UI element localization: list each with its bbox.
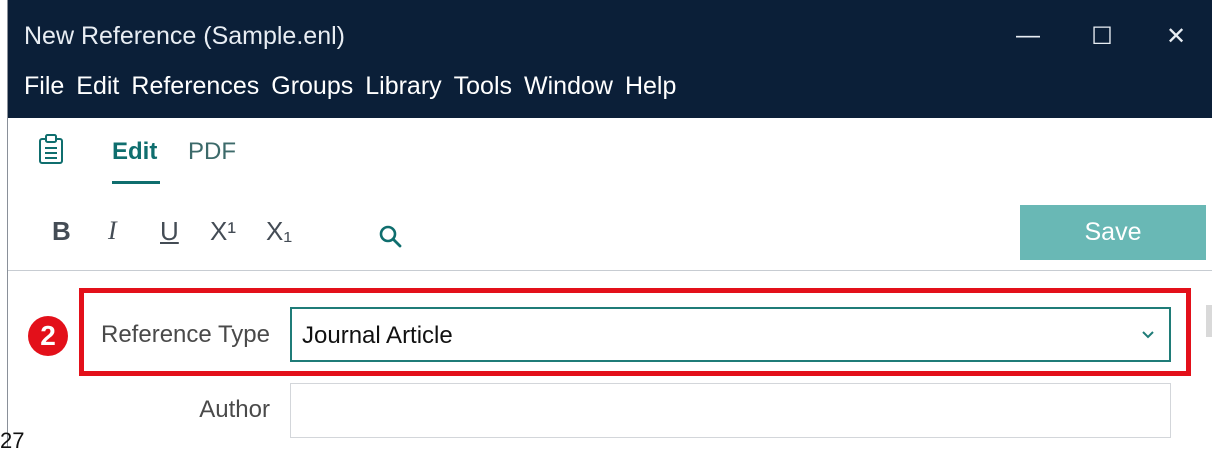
underline-button[interactable]: U — [160, 216, 179, 247]
menu-references[interactable]: References — [131, 72, 259, 101]
close-button[interactable]: ✕ — [1146, 14, 1206, 58]
save-button[interactable]: Save — [1020, 205, 1206, 260]
reference-type-value: Journal Article — [302, 322, 453, 349]
tab-pdf[interactable]: PDF — [188, 138, 236, 166]
toolbar-divider — [8, 270, 1212, 271]
italic-button[interactable]: I — [108, 216, 117, 246]
menu-edit[interactable]: Edit — [76, 72, 119, 101]
subscript-button[interactable]: X₁ — [266, 216, 292, 247]
menu-tools[interactable]: Tools — [454, 72, 512, 101]
menu-file[interactable]: File — [24, 72, 64, 101]
scrollbar-thumb[interactable] — [1206, 305, 1212, 337]
title-bar: New Reference (Sample.enl) — ☐ ✕ File Ed… — [8, 0, 1212, 118]
active-tab-indicator — [112, 181, 160, 184]
minimize-button[interactable]: — — [998, 14, 1058, 58]
tab-edit[interactable]: Edit — [112, 138, 157, 166]
author-label: Author — [199, 396, 270, 423]
new-reference-window: New Reference (Sample.enl) — ☐ ✕ File Ed… — [7, 0, 1212, 448]
superscript-button[interactable]: X¹ — [210, 216, 236, 247]
menu-bar: File Edit References Groups Library Tool… — [24, 72, 676, 101]
menu-window[interactable]: Window — [524, 72, 613, 101]
search-icon[interactable] — [378, 224, 402, 248]
maximize-button[interactable]: ☐ — [1072, 14, 1132, 58]
stray-text: 27 — [0, 428, 25, 453]
chevron-down-icon — [1142, 331, 1154, 339]
bold-button[interactable]: B — [52, 216, 71, 247]
reference-type-label: Reference Type — [101, 321, 270, 348]
window-title: New Reference (Sample.enl) — [24, 22, 345, 50]
author-input[interactable] — [290, 383, 1171, 438]
step-badge: 2 — [28, 316, 68, 356]
reference-type-select[interactable]: Journal Article — [290, 307, 1171, 362]
menu-library[interactable]: Library — [365, 72, 441, 101]
menu-groups[interactable]: Groups — [271, 72, 353, 101]
clipboard-icon[interactable] — [38, 134, 64, 164]
menu-help[interactable]: Help — [625, 72, 676, 101]
